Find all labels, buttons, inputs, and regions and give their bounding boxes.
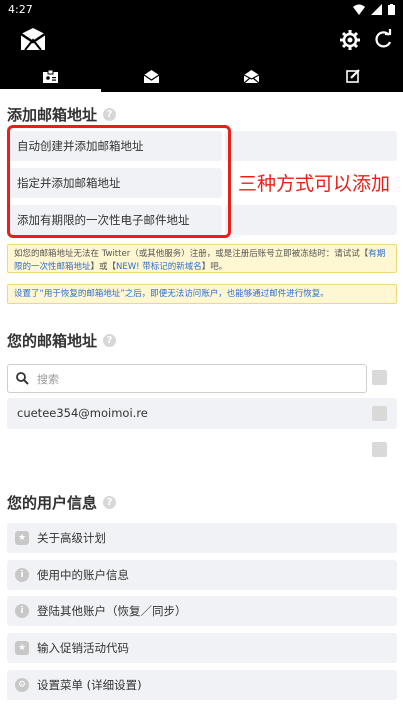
new-domain-link[interactable]: NEW! 带标记的新域名 — [116, 262, 202, 272]
user-info-title: 您的用户信息 ? — [7, 492, 117, 513]
login-other-account-item[interactable]: i 登陆其他账户（恢复／同步） — [7, 596, 397, 626]
your-address-title: 您的邮箱地址 ? — [7, 330, 117, 351]
select-all-checkbox[interactable] — [372, 370, 387, 385]
info-icon: i — [15, 568, 29, 582]
status-bar: 4:27 — [0, 0, 403, 20]
tab-inbox[interactable] — [101, 60, 202, 92]
status-icons — [353, 4, 395, 15]
status-time: 4:27 — [8, 3, 33, 16]
signal-icon — [371, 4, 382, 15]
search-placeholder: 搜索 — [37, 372, 59, 386]
tab-compose[interactable] — [302, 60, 403, 92]
help-icon[interactable]: ? — [103, 496, 117, 509]
your-address-title-text: 您的邮箱地址 — [7, 332, 98, 350]
search-input[interactable]: 搜索 — [7, 364, 367, 393]
annotation-highlight-box — [7, 125, 231, 238]
notice-registration: 如您的邮箱地址无法在 Twitter（或其他服务）注册，或是注册后账号立即被冻结… — [7, 244, 397, 273]
edit-icon — [345, 69, 360, 83]
annotation-text: 三种方式可以添加 — [238, 173, 391, 195]
email-checkbox[interactable] — [372, 406, 387, 421]
id-card-icon — [42, 69, 58, 83]
star-icon: ★ — [15, 531, 29, 545]
empty-row-checkbox[interactable] — [372, 442, 387, 457]
help-icon[interactable]: ? — [103, 334, 117, 347]
info-icon: i — [15, 604, 29, 618]
notice1-text-b: 】或【 — [90, 261, 117, 272]
empty-email-row — [7, 434, 397, 465]
add-address-title: 添加邮箱地址 ? — [7, 104, 117, 125]
option-row-bg — [225, 131, 397, 161]
refresh-icon[interactable] — [372, 29, 394, 51]
promo-code-item[interactable]: ★ 输入促销活动代码 — [7, 633, 397, 663]
notice-recovery[interactable]: 设置了“用于恢复的邮箱地址”之后，即便无法访问账户，也能够通过邮件进行恢复。 — [7, 284, 397, 304]
search-icon — [16, 372, 29, 385]
mail-icon — [244, 69, 260, 83]
email-row[interactable]: cuetee354@moimoi.re — [7, 398, 397, 429]
promo-code-label: 输入促销活动代码 — [37, 641, 129, 655]
notice1-text-a: 如您的邮箱地址无法在 Twitter（或其他服务）注册，或是注册后账号立即被冻结… — [14, 249, 369, 259]
account-info-label: 使用中的账户信息 — [37, 568, 129, 582]
tab-bar — [0, 60, 403, 92]
notice1-text-c: 】吧。 — [201, 261, 228, 272]
settings-menu-label: 设置菜单 (详细设置) — [37, 678, 142, 692]
login-other-account-label: 登陆其他账户（恢复／同步） — [37, 604, 187, 618]
gear-icon: ⚙ — [15, 678, 29, 692]
user-info-title-text: 您的用户信息 — [7, 494, 98, 512]
battery-icon — [388, 4, 395, 15]
account-info-item[interactable]: i 使用中的账户信息 — [7, 560, 397, 590]
logo-icon — [20, 28, 46, 51]
add-address-title-text: 添加邮箱地址 — [7, 106, 98, 124]
mail-open-icon — [143, 69, 159, 83]
tab-account[interactable] — [0, 60, 101, 92]
settings-menu-item[interactable]: ⚙ 设置菜单 (详细设置) — [7, 670, 397, 700]
star-icon: ★ — [15, 641, 29, 655]
premium-plan-label: 关于高级计划 — [37, 531, 106, 545]
tab-mail[interactable] — [202, 60, 303, 92]
wifi-icon — [353, 4, 365, 15]
gear-icon[interactable] — [339, 29, 361, 51]
premium-plan-item[interactable]: ★ 关于高级计划 — [7, 523, 397, 553]
app-bar — [0, 20, 403, 60]
option-row-bg — [225, 205, 397, 235]
help-icon[interactable]: ? — [103, 108, 117, 121]
